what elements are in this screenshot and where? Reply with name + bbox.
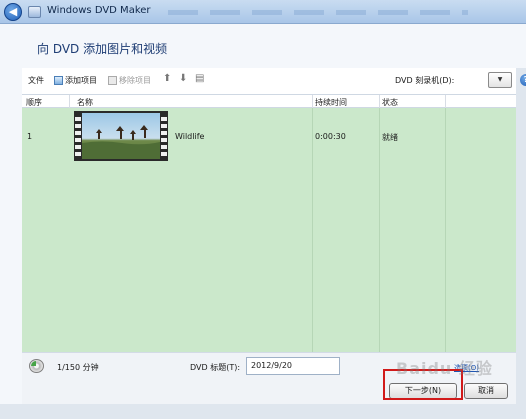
add-items-icon [54, 76, 63, 85]
remove-items-icon [108, 76, 117, 85]
move-up-arrow-icon[interactable]: ⬆ [163, 73, 171, 84]
add-items-label: 添加项目 [65, 76, 97, 85]
remove-items-button[interactable]: 移除项目 [108, 75, 151, 86]
item-order: 1 [27, 132, 33, 141]
column-header-status[interactable]: 状态 [382, 97, 398, 108]
column-separator [312, 95, 313, 108]
page-header: 向 DVD 添加图片和视频 [0, 24, 526, 68]
watermark: Baidu 经验 [396, 359, 493, 378]
add-items-button[interactable]: 添加项目 [54, 75, 97, 86]
dvd-maker-app-icon [28, 6, 41, 18]
film-sprocket-right [161, 114, 167, 158]
item-duration: 0:00:30 [315, 132, 346, 141]
move-down-arrow-icon[interactable]: ⬇ [179, 73, 187, 84]
toolbar: 文件 添加项目 移除项目 ⬆ ⬇ ▤ DVD 刻录机(D): ▼ ? [22, 70, 526, 90]
column-line [379, 108, 380, 352]
remove-items-label: 移除项目 [119, 76, 151, 85]
item-name: Wildlife [175, 132, 205, 141]
dvd-burner-label: DVD 刻录机(D): [395, 76, 455, 85]
item-status: 就绪 [382, 133, 398, 142]
media-list[interactable]: 1 Wildlife 0:00:30 就绪 [22, 108, 516, 352]
properties-icon[interactable]: ▤ [195, 73, 204, 84]
blurred-title-area [168, 10, 468, 15]
disc-usage-indicator [31, 361, 36, 366]
disc-capacity-icon [29, 359, 44, 373]
window-left-frame [0, 68, 22, 419]
column-header-duration[interactable]: 持续时间 [315, 97, 347, 108]
column-separator [379, 95, 380, 108]
column-separator [69, 95, 70, 108]
page-title: 向 DVD 添加图片和视频 [37, 42, 168, 56]
dvd-title-label: DVD 标题(T): [190, 363, 241, 372]
column-header-order[interactable]: 顺序 [26, 97, 42, 108]
dvd-title-input[interactable]: 2012/9/20 [246, 357, 340, 375]
cancel-button[interactable]: 取消 [464, 383, 508, 399]
column-header-name[interactable]: 名称 [77, 97, 93, 108]
back-arrow-icon[interactable]: ◀ [4, 3, 22, 21]
film-sprocket-left [75, 114, 81, 158]
title-bar: ◀ Windows DVD Maker [0, 0, 526, 24]
video-thumbnail[interactable] [74, 111, 168, 161]
list-header: 顺序 名称 持续时间 状态 [22, 94, 516, 108]
window-title: Windows DVD Maker [47, 5, 151, 16]
help-icon[interactable]: ? [520, 74, 526, 86]
dvd-burner-dropdown[interactable]: ▼ [488, 72, 512, 88]
file-menu[interactable]: 文件 [28, 75, 44, 86]
wildlife-thumbnail-image [82, 113, 160, 159]
column-separator [445, 95, 446, 108]
column-line [445, 108, 446, 352]
capacity-text: 1/150 分钟 [57, 363, 99, 372]
column-line [312, 108, 313, 352]
window-bottom-frame [0, 404, 526, 419]
